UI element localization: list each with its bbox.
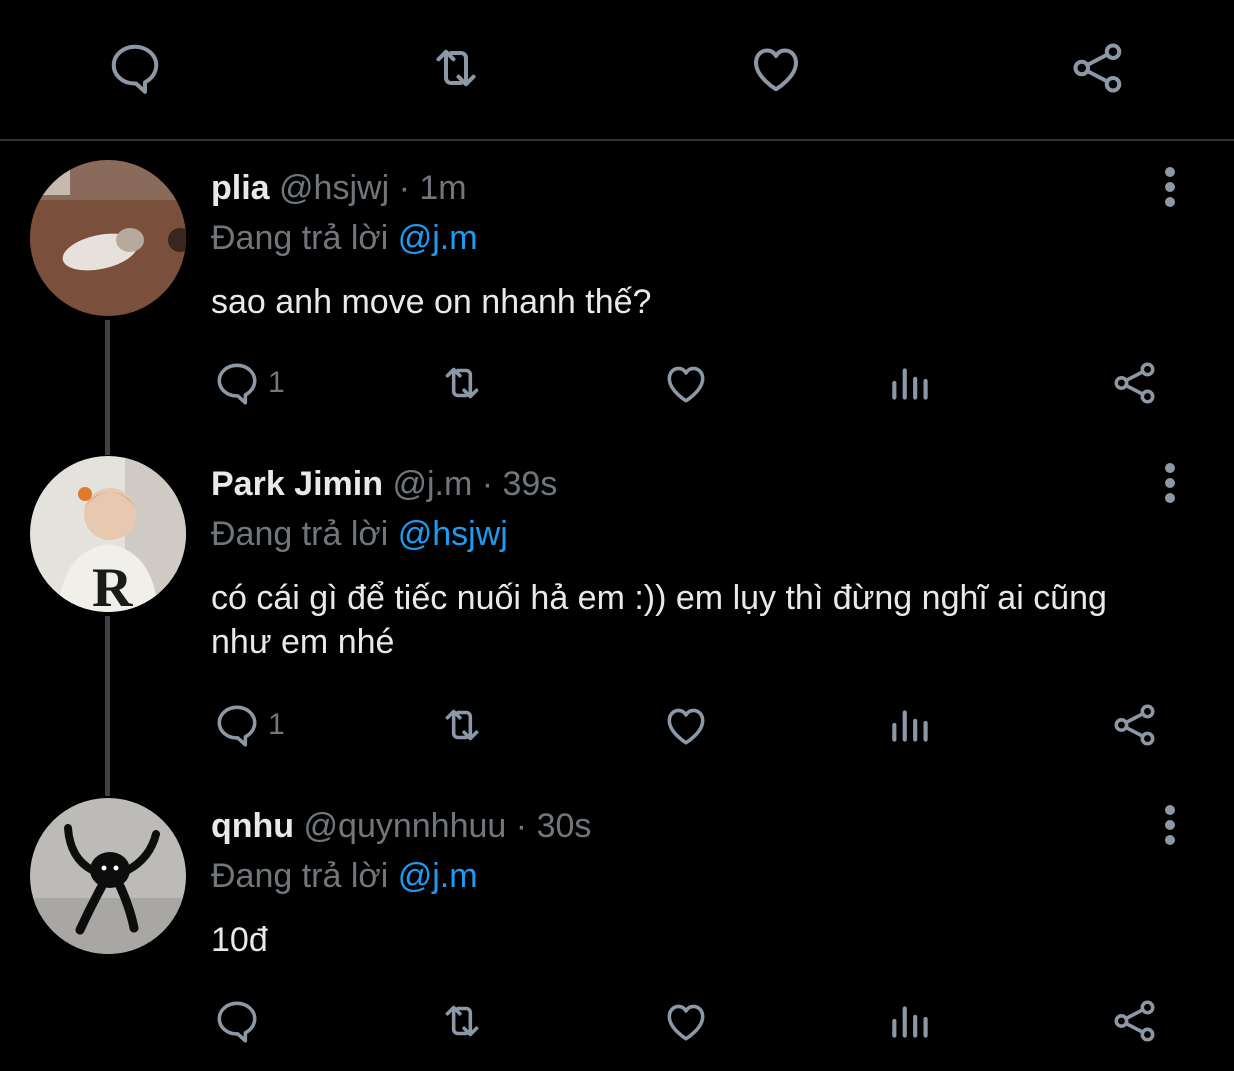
share-button[interactable] (1110, 700, 1160, 750)
retweet-icon[interactable] (426, 38, 486, 98)
replying-to-label: Đang trả lời (211, 515, 389, 553)
avatar[interactable] (30, 160, 186, 316)
retweet-icon (445, 1005, 479, 1037)
share-button[interactable] (1110, 358, 1160, 408)
tweet-actions: 1 (0, 700, 1234, 760)
reply-count: 1 (268, 708, 285, 741)
avatar[interactable]: R (30, 456, 186, 612)
retweet-icon (445, 709, 479, 741)
replying-to-label: Đang trả lời (211, 857, 389, 895)
like-icon (667, 1004, 705, 1041)
svg-text:R: R (92, 557, 133, 612)
display-name[interactable]: plia (211, 169, 270, 207)
display-name[interactable]: qnhu (211, 807, 294, 845)
more-options-icon[interactable] (1150, 164, 1190, 210)
reply-button[interactable] (212, 996, 302, 1046)
reply-icon (217, 705, 257, 747)
share-icon (1114, 362, 1155, 404)
tweet-header: plia @hsjwj · 1m (211, 168, 467, 208)
share-icon (1114, 1000, 1155, 1042)
user-handle[interactable]: @quynnhhuu (304, 807, 507, 845)
like-button[interactable] (661, 358, 711, 408)
tweet-header: Park Jimin @j.m · 39s (211, 464, 557, 504)
reply-icon[interactable] (105, 38, 165, 98)
timestamp[interactable]: 30s (537, 807, 592, 845)
reply-button[interactable]: 1 (212, 700, 302, 750)
analytics-icon (892, 1006, 928, 1038)
timestamp[interactable]: 1m (419, 169, 466, 207)
share-icon (1114, 704, 1155, 746)
reply-icon (217, 1001, 257, 1043)
retweet-button[interactable] (436, 700, 488, 750)
like-button[interactable] (661, 700, 711, 750)
replying-to: Đang trả lời @j.m (211, 218, 478, 258)
analytics-icon (892, 368, 928, 400)
analytics-button[interactable] (886, 700, 936, 750)
replying-to: Đang trả lời @hsjwj (211, 514, 508, 554)
replying-to: Đang trả lời @j.m (211, 856, 478, 896)
user-handle[interactable]: @hsjwj (279, 169, 389, 207)
share-icon[interactable] (1068, 38, 1128, 98)
tweet-text: 10đ (211, 921, 268, 959)
analytics-button[interactable] (886, 996, 936, 1046)
tweet-text: sao anh move on nhanh thế? (211, 283, 652, 321)
separator: · (481, 465, 494, 503)
like-icon (667, 366, 705, 403)
avatar[interactable] (30, 798, 186, 954)
user-handle[interactable]: @j.m (392, 465, 472, 503)
retweet-button[interactable] (436, 358, 488, 408)
tweet-actions (0, 996, 1234, 1056)
retweet-button[interactable] (436, 996, 488, 1046)
more-options-icon[interactable] (1150, 460, 1190, 506)
replying-to-handle[interactable]: @j.m (398, 219, 478, 257)
divider (0, 139, 1234, 141)
analytics-icon (892, 710, 928, 742)
replying-to-label: Đang trả lời (211, 219, 389, 257)
like-icon[interactable] (746, 38, 806, 98)
display-name[interactable]: Park Jimin (211, 465, 383, 503)
separator: · (515, 807, 528, 845)
reply-count: 1 (268, 366, 285, 399)
timestamp[interactable]: 39s (503, 465, 558, 503)
like-button[interactable] (661, 996, 711, 1046)
tweet-action-bar (0, 0, 1234, 140)
share-button[interactable] (1110, 996, 1160, 1046)
separator: · (398, 169, 410, 207)
retweet-icon (445, 367, 479, 399)
more-options-icon[interactable] (1150, 802, 1190, 848)
tweet-header: qnhu @quynnhhuu · 30s (211, 806, 591, 846)
tweet-text: có cái gì để tiếc nuối hả em :)) em lụy … (211, 579, 1107, 661)
reply-icon (217, 363, 257, 405)
tweet-actions: 1 (0, 358, 1234, 418)
like-icon (667, 708, 705, 745)
reply-button[interactable]: 1 (212, 358, 302, 408)
replying-to-handle[interactable]: @hsjwj (398, 515, 508, 553)
replying-to-handle[interactable]: @j.m (398, 857, 478, 895)
analytics-button[interactable] (886, 358, 936, 408)
